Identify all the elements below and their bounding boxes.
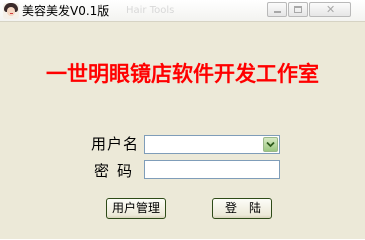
minimize-button[interactable] [267,2,287,17]
login-window: 美容美发V0.1版 Hair Tools ✕ 一世明眼镜店软件开发工作室 用户名… [0,0,365,239]
login-button[interactable]: 登陆 [212,198,272,219]
minimize-icon [274,11,281,13]
user-management-button[interactable]: 用户管理 [106,198,166,219]
username-label: 用户名 [91,135,140,153]
app-icon [3,3,19,19]
username-combobox[interactable] [144,135,280,154]
window-title-ghost: Hair Tools [126,5,175,16]
chevron-down-icon [266,141,275,148]
window-title: 美容美发V0.1版 [22,4,110,18]
title-bar[interactable]: 美容美发V0.1版 Hair Tools ✕ [0,0,365,22]
password-label: 密码 [94,162,141,180]
maximize-icon [294,6,302,13]
password-field[interactable] [144,160,280,179]
combo-dropdown-button[interactable] [263,137,278,152]
studio-heading: 一世明眼镜店软件开发工作室 [46,61,319,86]
close-icon: ✕ [326,3,336,16]
close-button[interactable]: ✕ [309,2,351,17]
maximize-button[interactable] [288,2,308,17]
